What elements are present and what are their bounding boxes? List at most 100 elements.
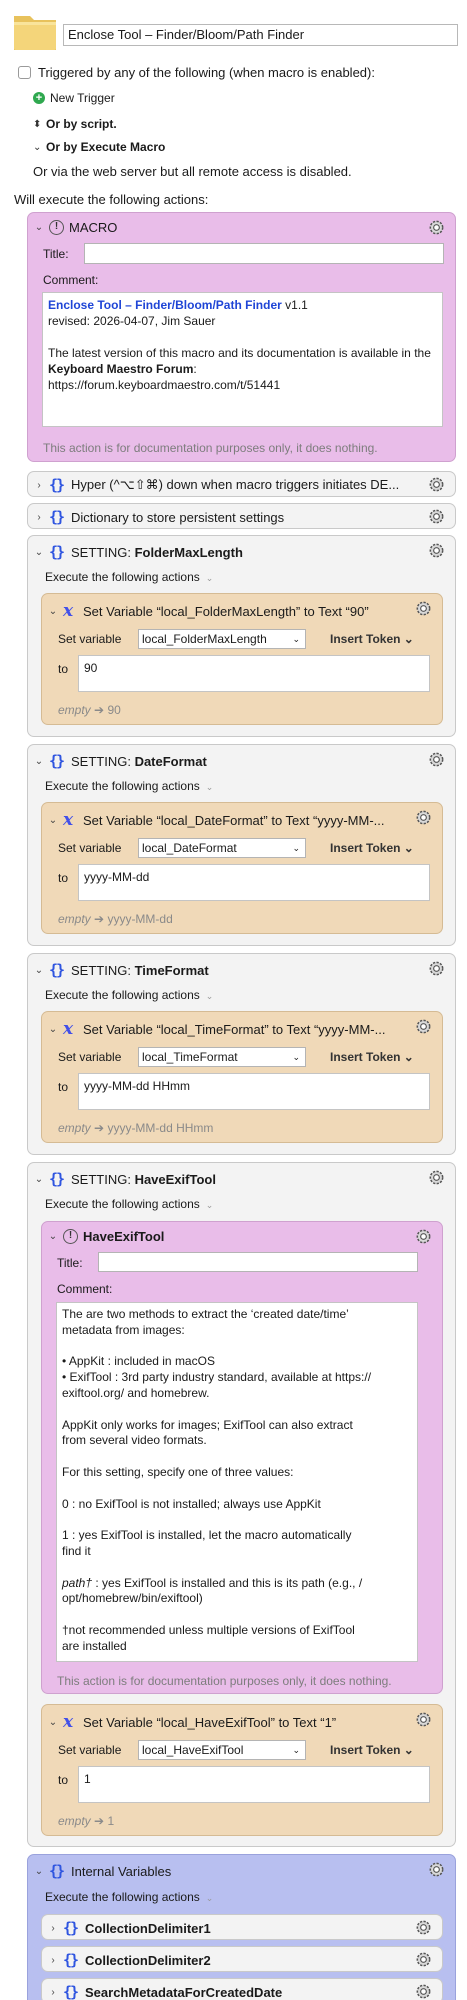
set-variable-action[interactable]: ⌄ x Set Variable “local_DateFormat” to T… <box>41 802 443 934</box>
gear-icon[interactable] <box>427 1860 446 1879</box>
gear-icon[interactable] <box>414 1950 433 1969</box>
insert-token-menu[interactable]: Insert Token ⌄ <box>330 632 414 646</box>
disclosure-down-icon[interactable]: ⌄ <box>34 222 44 233</box>
internal-item-collection-delimiter-1[interactable]: › {} CollectionDelimiter1 <box>41 1914 443 1940</box>
dictionary-group-action[interactable]: › {} Dictionary to store persistent sett… <box>27 503 456 529</box>
title-label: Title: <box>43 247 69 261</box>
variable-name-field[interactable]: local_TimeFormat ⌄ <box>138 1047 306 1067</box>
group-icon: {} <box>49 476 65 494</box>
action-title-row: ⌄ ! MACRO <box>34 220 117 235</box>
execute-following-menu[interactable]: Execute the following actions ⌄ <box>45 1890 213 1904</box>
gear-icon[interactable] <box>414 1710 433 1729</box>
hyper-group-action[interactable]: › {} Hyper (^⌥⇧⌘) down when macro trigge… <box>27 471 456 497</box>
insert-token-menu[interactable]: Insert Token ⌄ <box>330 1743 414 1757</box>
disclosure-right-icon[interactable]: › <box>48 1955 58 1966</box>
set-variable-label: Set variable <box>58 632 122 646</box>
set-variable-action[interactable]: ⌄ x Set Variable “local_TimeFormat” to T… <box>41 1011 443 1143</box>
macro-comment-action[interactable]: ⌄ ! MACRO Title: Comment: Enclose Tool –… <box>27 212 456 462</box>
disclosure-down-icon[interactable]: ⌄ <box>48 1717 58 1728</box>
disclosure-right-icon[interactable]: › <box>48 1987 58 1998</box>
chevron-down-icon: ⌄ <box>292 843 300 853</box>
gear-icon[interactable] <box>427 218 446 237</box>
setting-have-exiftool-group[interactable]: ⌄ {} SETTING: HaveExifTool Execute the f… <box>27 1162 456 1847</box>
internal-variables-group[interactable]: ⌄ {} Internal Variables Execute the foll… <box>27 1854 456 2000</box>
value-text-field[interactable]: 90 <box>78 655 430 692</box>
value-text-field[interactable]: yyyy-MM-dd <box>78 864 430 901</box>
action-title: Hyper (^⌥⇧⌘) down when macro triggers in… <box>71 477 400 492</box>
internal-item-search-metadata[interactable]: › {} SearchMetadataForCreatedDate <box>41 1978 443 2000</box>
disclosure-down-icon[interactable]: ⌄ <box>48 606 58 617</box>
gear-icon[interactable] <box>427 475 446 494</box>
comment-text-area[interactable]: Enclose Tool – Finder/Bloom/Path Finder … <box>42 292 443 427</box>
action-title: SearchMetadataForCreatedDate <box>85 1984 283 2000</box>
comment-line <box>62 1402 412 1418</box>
disclosure-down-icon[interactable]: ⌄ <box>34 1866 44 1877</box>
group-icon: {} <box>63 1919 79 1937</box>
execute-following-menu[interactable]: Execute the following actions ⌄ <box>45 988 213 1002</box>
gear-icon[interactable] <box>427 541 446 560</box>
variable-name-field[interactable]: local_HaveExifTool ⌄ <box>138 1740 306 1760</box>
setting-date-format-group[interactable]: ⌄ {} SETTING: DateFormat Execute the fol… <box>27 744 456 946</box>
disclosure-right-icon[interactable]: › <box>34 480 44 491</box>
result-preview: empty ➔ 1 <box>58 1814 115 1828</box>
new-trigger-button[interactable]: + New Trigger <box>33 91 115 105</box>
action-title-row: ⌄ {} SETTING: FolderMaxLength <box>34 543 243 561</box>
set-variable-action[interactable]: ⌄ x Set Variable “local_FolderMaxLength”… <box>41 593 443 725</box>
macro-name-field[interactable]: Enclose Tool – Finder/Bloom/Path Finder <box>63 24 458 46</box>
disclosure-down-icon[interactable]: ⌄ <box>48 1024 58 1035</box>
gear-icon[interactable] <box>414 1017 433 1036</box>
insert-token-menu[interactable]: Insert Token ⌄ <box>330 841 414 855</box>
gear-icon[interactable] <box>414 1918 433 1937</box>
disclosure-right-icon[interactable]: › <box>48 1923 58 1934</box>
group-icon: {} <box>49 752 65 770</box>
exiftool-comment-action[interactable]: ⌄ ! HaveExifTool Title: Comment: The are… <box>41 1221 443 1694</box>
comment-paragraph: The latest version of this macro and its… <box>48 346 431 376</box>
gear-icon[interactable] <box>414 1227 433 1246</box>
internal-item-collection-delimiter-2[interactable]: › {} CollectionDelimiter2 <box>41 1946 443 1972</box>
trigger-checkbox[interactable] <box>18 66 31 79</box>
disclosure-down-icon[interactable]: ⌄ <box>34 1174 44 1185</box>
gear-icon[interactable] <box>427 507 446 526</box>
setting-time-format-group[interactable]: ⌄ {} SETTING: TimeFormat Execute the fol… <box>27 953 456 1155</box>
execute-following-menu[interactable]: Execute the following actions ⌄ <box>45 1197 213 1211</box>
gear-icon[interactable] <box>414 599 433 618</box>
insert-token-menu[interactable]: Insert Token ⌄ <box>330 1050 414 1064</box>
action-title: Internal Variables <box>71 1863 172 1879</box>
disclosure-down-icon[interactable]: ⌄ <box>34 547 44 558</box>
title-field[interactable] <box>84 243 444 264</box>
action-title: CollectionDelimiter2 <box>85 1952 211 1968</box>
disclosure-down-icon[interactable]: ⌄ <box>48 1231 58 1242</box>
variable-name-field[interactable]: local_DateFormat ⌄ <box>138 838 306 858</box>
or-by-script-row[interactable]: ⬍ Or by script. <box>33 117 117 131</box>
disclosure-right-icon[interactable]: › <box>34 512 44 523</box>
title-field[interactable] <box>98 1252 418 1272</box>
gear-icon[interactable] <box>427 750 446 769</box>
chevron-down-icon: ⌄ <box>292 1052 300 1062</box>
disclosure-down-icon[interactable]: ⌄ <box>34 756 44 767</box>
action-title-row: ⌄ x Set Variable “local_DateFormat” to T… <box>48 810 385 830</box>
disclosure-down-icon[interactable]: ⌄ <box>48 815 58 826</box>
action-title: Dictionary to store persistent settings <box>71 509 285 525</box>
or-by-execute-row[interactable]: ⌄ Or by Execute Macro <box>33 140 165 154</box>
comment-line: exiftool.org/ and homebrew. <box>62 1385 210 1400</box>
comment-text-area[interactable]: The are two methods to extract the ‘crea… <box>56 1302 418 1662</box>
value-text-field[interactable]: yyyy-MM-dd HHmm <box>78 1073 430 1110</box>
variable-name-field[interactable]: local_FolderMaxLength ⌄ <box>138 629 306 649</box>
gear-icon[interactable] <box>427 1168 446 1187</box>
action-title-row: ⌄ x Set Variable “local_HaveExifTool” to… <box>48 1712 336 1732</box>
set-variable-label: Set variable <box>58 1050 122 1064</box>
value-text-field[interactable]: 1 <box>78 1766 430 1803</box>
gear-icon[interactable] <box>414 808 433 827</box>
set-variable-action[interactable]: ⌄ x Set Variable “local_HaveExifTool” to… <box>41 1704 443 1836</box>
version-text: v1.1 <box>281 298 308 312</box>
web-server-note: Or via the web server but all remote acc… <box>33 164 352 179</box>
to-label: to <box>58 871 69 885</box>
execute-following-menu[interactable]: Execute the following actions ⌄ <box>45 570 213 584</box>
execute-following-menu[interactable]: Execute the following actions ⌄ <box>45 779 213 793</box>
gear-icon[interactable] <box>414 1982 433 2000</box>
disclosure-down-icon[interactable]: ⌄ <box>34 965 44 976</box>
macro-forum-link[interactable]: Enclose Tool – Finder/Bloom/Path Finder <box>48 298 282 312</box>
comment-line <box>62 1512 412 1528</box>
gear-icon[interactable] <box>427 959 446 978</box>
setting-folder-max-length-group[interactable]: ⌄ {} SETTING: FolderMaxLength Execute th… <box>27 535 456 737</box>
